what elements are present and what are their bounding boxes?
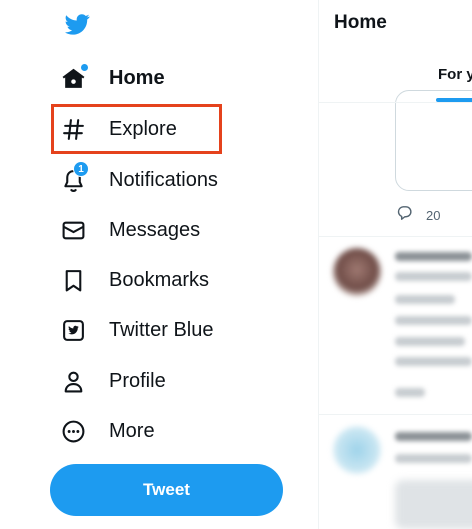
blurred-text	[395, 337, 465, 346]
sidebar-item-label: Home	[109, 66, 165, 89]
sidebar-item-label: Notifications	[109, 168, 218, 191]
sidebar-item-home[interactable]: Home	[58, 58, 165, 98]
blurred-text	[395, 252, 472, 261]
blurred-text	[395, 272, 472, 281]
tweet-separator	[319, 236, 472, 237]
sidebar-item-bookmarks[interactable]: Bookmarks	[58, 260, 209, 300]
sidebar-item-label: More	[109, 419, 155, 442]
bell-icon: 1	[58, 161, 89, 195]
avatar[interactable]	[333, 426, 381, 474]
tab-for-you[interactable]: For y	[438, 66, 472, 83]
reply-count: 20	[426, 207, 441, 223]
blurred-text	[395, 454, 472, 463]
twitter-bird-logo-icon[interactable]	[62, 11, 92, 37]
person-icon	[58, 366, 88, 396]
more-circle-icon	[58, 416, 88, 446]
tweet-media-card[interactable]	[395, 90, 472, 191]
sidebar-item-label: Twitter Blue	[109, 318, 214, 341]
twitter-blue-icon	[58, 315, 88, 345]
blurred-text	[395, 432, 472, 441]
page-title: Home	[334, 12, 387, 33]
tweet-separator	[319, 414, 472, 415]
sidebar-item-messages[interactable]: Messages	[58, 210, 200, 250]
sidebar-nav: Home Explore 1 Notifications Messages Bo…	[0, 0, 318, 529]
sidebar-item-profile[interactable]: Profile	[58, 361, 166, 401]
reply-action[interactable]: 20	[396, 204, 440, 226]
notification-badge: 1	[73, 161, 89, 177]
sidebar-item-label: Bookmarks	[109, 268, 210, 291]
blurred-media[interactable]	[395, 480, 472, 529]
avatar[interactable]	[333, 248, 381, 296]
tabs-divider-overlay	[319, 102, 472, 103]
sidebar-item-label: Profile	[109, 369, 166, 392]
main-timeline: Home For y 20	[319, 0, 472, 529]
sidebar-item-twitter-blue[interactable]: Twitter Blue	[58, 310, 213, 350]
blurred-text	[395, 388, 425, 397]
blurred-text	[395, 295, 455, 304]
sidebar-item-label: Messages	[109, 218, 201, 241]
home-icon	[58, 63, 88, 93]
reply-icon	[396, 204, 413, 226]
blurred-text	[395, 357, 472, 366]
sidebar-item-more[interactable]: More	[58, 411, 155, 451]
explore-highlight-box	[51, 104, 222, 154]
sidebar-item-notifications[interactable]: 1 Notifications	[58, 160, 218, 200]
blurred-text	[395, 316, 472, 325]
unread-dot	[81, 64, 88, 71]
envelope-icon	[58, 215, 88, 245]
tweet-button[interactable]: Tweet	[50, 464, 283, 516]
bookmark-icon	[58, 265, 88, 295]
